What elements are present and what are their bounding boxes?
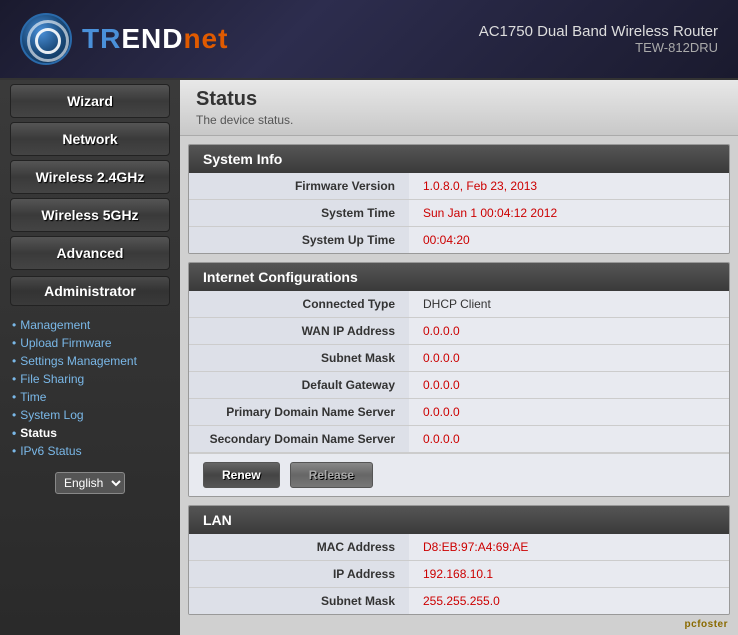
header: TRENDnet AC1750 Dual Band Wireless Route… <box>0 0 738 80</box>
language-select[interactable]: English <box>55 472 125 494</box>
main-container: Wizard Network Wireless 2.4GHz Wireless … <box>0 80 738 635</box>
lan-subnet-value: 255.255.255.0 <box>409 588 729 614</box>
sidebar-item-system-log[interactable]: System Log <box>12 406 168 424</box>
system-log-link[interactable]: System Log <box>12 408 168 422</box>
secondary-dns-row: Secondary Domain Name Server 0.0.0.0 <box>189 426 729 453</box>
language-selector[interactable]: English <box>0 472 180 494</box>
nav-wireless24[interactable]: Wireless 2.4GHz <box>10 160 170 194</box>
logo-area: TRENDnet <box>20 13 479 65</box>
system-info-section: System Info Firmware Version 1.0.8.0, Fe… <box>188 144 730 254</box>
ipv6-status-link[interactable]: IPv6 Status <box>12 444 168 458</box>
settings-management-link[interactable]: Settings Management <box>12 354 168 368</box>
wan-ip-label: WAN IP Address <box>189 318 409 344</box>
lan-subnet-row: Subnet Mask 255.255.255.0 <box>189 588 729 614</box>
system-info-body: Firmware Version 1.0.8.0, Feb 23, 2013 S… <box>189 173 729 253</box>
lan-body: MAC Address D8:EB:97:A4:69:AE IP Address… <box>189 534 729 614</box>
lan-ip-value: 192.168.10.1 <box>409 561 729 587</box>
firmware-label: Firmware Version <box>189 173 409 199</box>
connected-type-value: DHCP Client <box>409 291 729 317</box>
upload-firmware-link[interactable]: Upload Firmware <box>12 336 168 350</box>
sidebar-item-upload-firmware[interactable]: Upload Firmware <box>12 334 168 352</box>
mac-address-label: MAC Address <box>189 534 409 560</box>
time-link[interactable]: Time <box>12 390 168 404</box>
uptime-label: System Up Time <box>189 227 409 253</box>
nav-wireless5[interactable]: Wireless 5GHz <box>10 198 170 232</box>
connected-type-row: Connected Type DHCP Client <box>189 291 729 318</box>
secondary-dns-value: 0.0.0.0 <box>409 426 729 452</box>
page-title-bar: Status The device status. <box>180 80 738 136</box>
firmware-value: 1.0.8.0, Feb 23, 2013 <box>409 173 729 199</box>
sidebar: Wizard Network Wireless 2.4GHz Wireless … <box>0 80 180 635</box>
logo-icon <box>20 13 72 65</box>
sidebar-item-management[interactable]: Management <box>12 316 168 334</box>
subnet-mask-wan-row: Subnet Mask 0.0.0.0 <box>189 345 729 372</box>
firmware-row: Firmware Version 1.0.8.0, Feb 23, 2013 <box>189 173 729 200</box>
content-area: Status The device status. System Info Fi… <box>180 80 738 635</box>
system-time-label: System Time <box>189 200 409 226</box>
logo-text: TRENDnet <box>82 23 228 55</box>
sidebar-item-ipv6-status[interactable]: IPv6 Status <box>12 442 168 460</box>
uptime-row: System Up Time 00:04:20 <box>189 227 729 253</box>
management-link[interactable]: Management <box>12 318 168 332</box>
mac-address-row: MAC Address D8:EB:97:A4:69:AE <box>189 534 729 561</box>
product-info: AC1750 Dual Band Wireless Router TEW-812… <box>479 23 718 55</box>
lan-ip-label: IP Address <box>189 561 409 587</box>
sidebar-item-settings-management[interactable]: Settings Management <box>12 352 168 370</box>
nav-advanced[interactable]: Advanced <box>10 236 170 270</box>
watermark: pcfoster <box>685 619 728 630</box>
system-time-value: Sun Jan 1 00:04:12 2012 <box>409 200 729 226</box>
lan-subnet-label: Subnet Mask <box>189 588 409 614</box>
default-gw-row: Default Gateway 0.0.0.0 <box>189 372 729 399</box>
product-name: AC1750 Dual Band Wireless Router <box>479 23 718 40</box>
lan-header: LAN <box>189 506 729 534</box>
page-title: Status <box>196 88 722 111</box>
primary-dns-label: Primary Domain Name Server <box>189 399 409 425</box>
page-subtitle: The device status. <box>196 113 722 127</box>
renew-button[interactable]: Renew <box>203 462 280 488</box>
subnet-mask-wan-label: Subnet Mask <box>189 345 409 371</box>
sidebar-item-file-sharing[interactable]: File Sharing <box>12 370 168 388</box>
internet-config-header: Internet Configurations <box>189 263 729 291</box>
status-link[interactable]: Status <box>12 426 168 440</box>
sidebar-item-status[interactable]: Status <box>12 424 168 442</box>
internet-config-body: Connected Type DHCP Client WAN IP Addres… <box>189 291 729 496</box>
default-gw-label: Default Gateway <box>189 372 409 398</box>
primary-dns-value: 0.0.0.0 <box>409 399 729 425</box>
release-button[interactable]: Release <box>290 462 373 488</box>
internet-config-section: Internet Configurations Connected Type D… <box>188 262 730 497</box>
admin-section-header: Administrator <box>10 276 170 306</box>
admin-links: Management Upload Firmware Settings Mana… <box>0 312 180 464</box>
lan-section: LAN MAC Address D8:EB:97:A4:69:AE IP Add… <box>188 505 730 615</box>
wan-ip-value: 0.0.0.0 <box>409 318 729 344</box>
uptime-value: 00:04:20 <box>409 227 729 253</box>
connected-type-label: Connected Type <box>189 291 409 317</box>
primary-dns-row: Primary Domain Name Server 0.0.0.0 <box>189 399 729 426</box>
subnet-mask-wan-value: 0.0.0.0 <box>409 345 729 371</box>
default-gw-value: 0.0.0.0 <box>409 372 729 398</box>
secondary-dns-label: Secondary Domain Name Server <box>189 426 409 452</box>
lan-ip-row: IP Address 192.168.10.1 <box>189 561 729 588</box>
product-model: TEW-812DRU <box>479 40 718 55</box>
nav-network[interactable]: Network <box>10 122 170 156</box>
sidebar-item-time[interactable]: Time <box>12 388 168 406</box>
mac-address-value: D8:EB:97:A4:69:AE <box>409 534 729 560</box>
nav-wizard[interactable]: Wizard <box>10 84 170 118</box>
system-info-header: System Info <box>189 145 729 173</box>
system-time-row: System Time Sun Jan 1 00:04:12 2012 <box>189 200 729 227</box>
wan-ip-row: WAN IP Address 0.0.0.0 <box>189 318 729 345</box>
internet-btn-row: Renew Release <box>189 453 729 496</box>
file-sharing-link[interactable]: File Sharing <box>12 372 168 386</box>
